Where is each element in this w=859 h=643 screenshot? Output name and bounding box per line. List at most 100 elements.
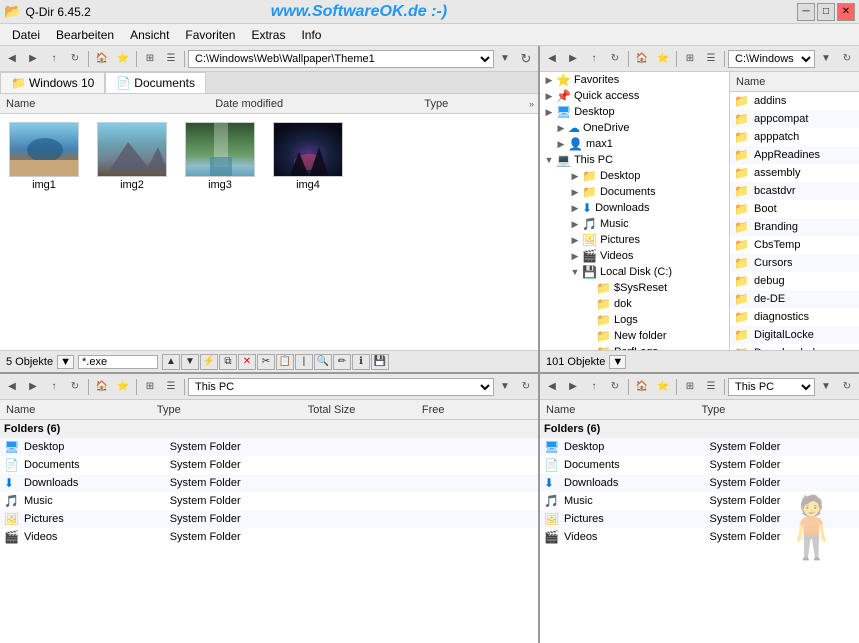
tree-item-dok[interactable]: ▶ 📁 dok bbox=[540, 296, 729, 312]
tr-addr-dropdown[interactable]: ▼ bbox=[816, 49, 836, 69]
tree-item-desktop-root[interactable]: ▶ 🖥 Desktop bbox=[540, 104, 729, 120]
tree-item-thispc[interactable]: ▼ 💻 This PC bbox=[540, 152, 729, 168]
bl-refresh-button[interactable]: ↻ bbox=[65, 377, 85, 397]
close-button[interactable]: ✕ bbox=[837, 3, 855, 21]
br-item-videos[interactable]: 🎬 Videos System Folder bbox=[540, 528, 859, 546]
br-star-button[interactable]: ⭐ bbox=[653, 377, 673, 397]
address-bar-top-left[interactable]: C:\Windows\Web\Wallpaper\Theme1 bbox=[188, 50, 494, 68]
menu-extras[interactable]: Extras bbox=[243, 26, 293, 44]
br-addr-refresh[interactable]: ↻ bbox=[837, 377, 857, 397]
file-item-img4[interactable]: img4 bbox=[268, 118, 348, 195]
view-button[interactable]: ⊞ bbox=[140, 49, 160, 69]
bl-col-name[interactable]: Name bbox=[4, 404, 155, 416]
bl-col-type[interactable]: Type bbox=[155, 404, 306, 416]
tr-forward-button[interactable]: ▶ bbox=[563, 49, 583, 69]
list-item-cbstemp[interactable]: 📁 CbsTemp bbox=[730, 236, 859, 254]
tree-item-pictures-pc[interactable]: ▶ 🖼 Pictures bbox=[540, 232, 729, 248]
address-refresh-button[interactable]: ↻ bbox=[516, 49, 536, 69]
tr-addr-refresh[interactable]: ↻ bbox=[837, 49, 857, 69]
list-item-apppatch[interactable]: 📁 apppatch bbox=[730, 128, 859, 146]
tr-up-button[interactable]: ↑ bbox=[584, 49, 604, 69]
bl-home-button[interactable]: 🏠 bbox=[92, 377, 112, 397]
br-view-button[interactable]: ⊞ bbox=[680, 377, 700, 397]
tr-back-button[interactable]: ◀ bbox=[542, 49, 562, 69]
bl-addr-refresh[interactable]: ↻ bbox=[516, 377, 536, 397]
status-dropdown-right[interactable]: ▼ bbox=[609, 355, 626, 369]
forward-button[interactable]: ▶ bbox=[23, 49, 43, 69]
tree-item-onedrive[interactable]: ▶ ☁ OneDrive bbox=[540, 120, 729, 136]
bl-back-button[interactable]: ◀ bbox=[2, 377, 22, 397]
tree-item-sysreset[interactable]: ▶ 📁 $SysReset bbox=[540, 280, 729, 296]
address-bar-bottom-right[interactable]: This PC bbox=[728, 378, 815, 396]
bl-item-music[interactable]: 🎵 Music System Folder bbox=[0, 492, 538, 510]
bl-forward-button[interactable]: ▶ bbox=[23, 377, 43, 397]
bl-item-documents[interactable]: 📄 Documents System Folder bbox=[0, 456, 538, 474]
address-bar-top-right[interactable]: C:\Windows bbox=[728, 50, 815, 68]
tree-item-documents-pc[interactable]: ▶ 📁 Documents bbox=[540, 184, 729, 200]
props-btn[interactable]: ℹ bbox=[352, 354, 370, 370]
list-item-digitallocke[interactable]: 📁 DigitalLocke bbox=[730, 326, 859, 344]
sort-up-btn[interactable]: ▲ bbox=[162, 354, 180, 370]
tree-item-localdisk[interactable]: ▼ 💾 Local Disk (C:) bbox=[540, 264, 729, 280]
filter-input[interactable] bbox=[78, 355, 158, 369]
tr-list-button[interactable]: ☰ bbox=[701, 49, 721, 69]
list-item-branding[interactable]: 📁 Branding bbox=[730, 218, 859, 236]
bl-col-free[interactable]: Free bbox=[420, 404, 534, 416]
br-item-downloads[interactable]: ⬇ Downloads System Folder bbox=[540, 474, 859, 492]
br-addr-dropdown[interactable]: ▼ bbox=[816, 377, 836, 397]
drive-btn[interactable]: 💾 bbox=[371, 354, 389, 370]
file-content-bottom-left[interactable]: Folders (6) 🖥 Desktop System Folder 📄 Do… bbox=[0, 420, 538, 643]
file-content-top-left[interactable]: img1 bbox=[0, 114, 538, 350]
bl-item-pictures[interactable]: 🖼 Pictures System Folder bbox=[0, 510, 538, 528]
bl-item-downloads[interactable]: ⬇ Downloads System Folder bbox=[0, 474, 538, 492]
paste-btn[interactable]: 📋 bbox=[276, 354, 294, 370]
address-bar-bottom-left[interactable]: This PC bbox=[188, 378, 494, 396]
tree-item-desktop-pc[interactable]: ▶ 📁 Desktop bbox=[540, 168, 729, 184]
tab-documents[interactable]: 📄 Documents bbox=[105, 72, 206, 93]
list-item-diagnostics[interactable]: 📁 diagnostics bbox=[730, 308, 859, 326]
back-button[interactable]: ◀ bbox=[2, 49, 22, 69]
copy-btn[interactable]: ⧉ bbox=[219, 354, 237, 370]
tr-star-button[interactable]: ⭐ bbox=[653, 49, 673, 69]
address-go-button[interactable]: ▼ bbox=[495, 49, 515, 69]
br-back-button[interactable]: ◀ bbox=[542, 377, 562, 397]
br-forward-button[interactable]: ▶ bbox=[563, 377, 583, 397]
view-list-button[interactable]: ☰ bbox=[161, 49, 181, 69]
bl-view-button[interactable]: ⊞ bbox=[140, 377, 160, 397]
sort-down-btn[interactable]: ▼ bbox=[181, 354, 199, 370]
list-item-assembly[interactable]: 📁 assembly bbox=[730, 164, 859, 182]
list-item-appcompat[interactable]: 📁 appcompat bbox=[730, 110, 859, 128]
flash-btn[interactable]: ⚡ bbox=[200, 354, 218, 370]
br-col-type[interactable]: Type bbox=[700, 404, 856, 416]
br-refresh-button[interactable]: ↻ bbox=[605, 377, 625, 397]
bookmark-button[interactable]: ⭐ bbox=[113, 49, 133, 69]
tree-item-logs[interactable]: ▶ 📁 Logs bbox=[540, 312, 729, 328]
tree-item-max1[interactable]: ▶ 👤 max1 bbox=[540, 136, 729, 152]
list-item-bcastdvr[interactable]: 📁 bcastdvr bbox=[730, 182, 859, 200]
col-date-header[interactable]: Date modified bbox=[213, 98, 422, 110]
minimize-button[interactable]: ─ bbox=[797, 3, 815, 21]
br-item-music[interactable]: 🎵 Music System Folder bbox=[540, 492, 859, 510]
menu-ansicht[interactable]: Ansicht bbox=[122, 26, 177, 44]
file-content-right[interactable]: 📁 addins 📁 appcompat 📁 apppatch 📁 bbox=[730, 92, 859, 350]
list-item-cursors[interactable]: 📁 Cursors bbox=[730, 254, 859, 272]
home-button[interactable]: 🏠 bbox=[92, 49, 112, 69]
cut-btn[interactable]: ✂ bbox=[257, 354, 275, 370]
bl-list-button[interactable]: ☰ bbox=[161, 377, 181, 397]
br-col-name[interactable]: Name bbox=[544, 404, 700, 416]
col-type-header[interactable]: Type bbox=[422, 98, 529, 110]
file-item-img1[interactable]: img1 bbox=[4, 118, 84, 195]
br-list-button[interactable]: ☰ bbox=[701, 377, 721, 397]
list-item-boot[interactable]: 📁 Boot bbox=[730, 200, 859, 218]
bl-col-size[interactable]: Total Size bbox=[306, 404, 420, 416]
tree-item-favorites[interactable]: ▶ ⭐ Favorites bbox=[540, 72, 729, 88]
edit-btn[interactable]: ✏ bbox=[333, 354, 351, 370]
list-item-debug[interactable]: 📁 debug bbox=[730, 272, 859, 290]
tr-refresh-button[interactable]: ↻ bbox=[605, 49, 625, 69]
tr-home-button[interactable]: 🏠 bbox=[632, 49, 652, 69]
up-button[interactable]: ↑ bbox=[44, 49, 64, 69]
file-content-bottom-right[interactable]: Folders (6) 🖥 Desktop System Folder 📄 Do… bbox=[540, 420, 859, 643]
delete-btn[interactable]: ✕ bbox=[238, 354, 256, 370]
tr-view-button[interactable]: ⊞ bbox=[680, 49, 700, 69]
br-item-pictures[interactable]: 🖼 Pictures System Folder bbox=[540, 510, 859, 528]
